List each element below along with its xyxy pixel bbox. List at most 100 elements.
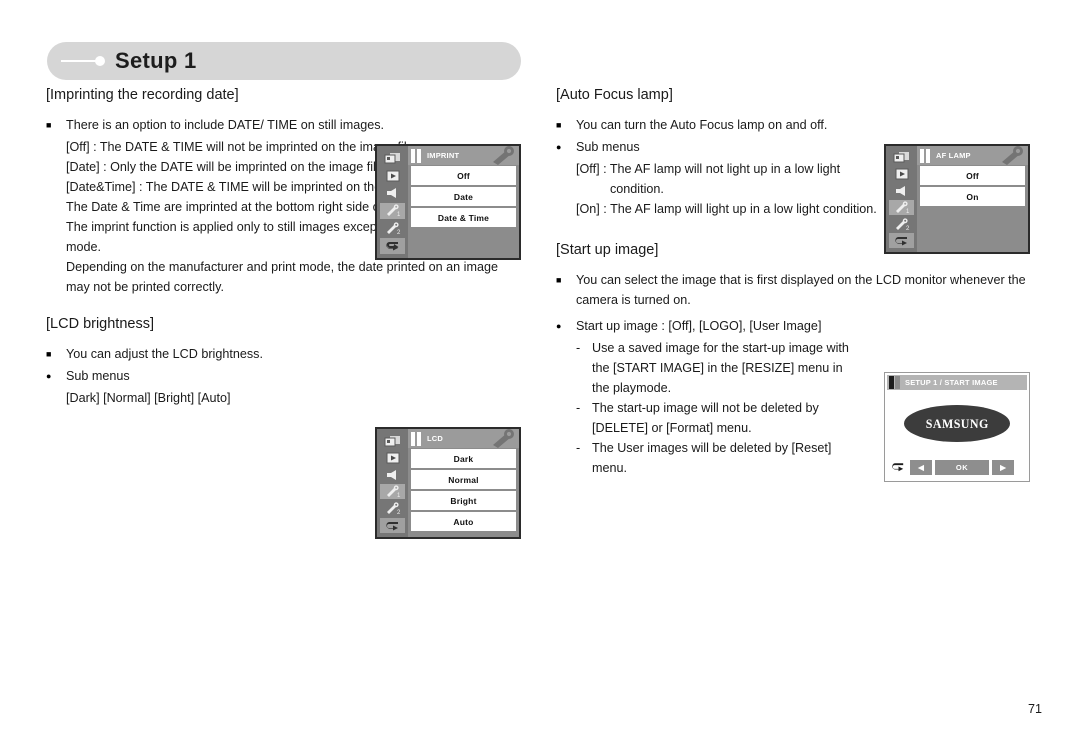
bullet-text: You can turn the Auto Focus lamp on and … (576, 118, 828, 132)
lcd-menu-item[interactable]: On (920, 187, 1025, 206)
lcd-titlebar: IMPRINT (408, 146, 519, 165)
setup-1-wrench-icon[interactable]: 1 (380, 484, 405, 499)
wrench-watermark-icon (493, 429, 514, 448)
lcd-mockup-imprint: 1 2 IMPRINT Off Date Date & Time (375, 144, 521, 260)
setup-1-wrench-icon[interactable]: 1 (380, 203, 405, 219)
dash-bullet-icon: - (576, 441, 581, 455)
return-back-icon[interactable] (380, 518, 405, 533)
lcd-menu-items: Off On (917, 165, 1028, 208)
header-accent-dash-icon (61, 55, 109, 67)
start-image-title: SETUP 1 / START IMAGE (905, 378, 998, 387)
page-header-banner: Setup 1 (47, 42, 521, 80)
bullet-text: There is an option to include DATE/ TIME… (66, 118, 385, 132)
setup-2-wrench-icon[interactable]: 2 (889, 217, 914, 232)
lcd-titlebar: LCD (408, 429, 519, 448)
lcd-menu-item[interactable]: Dark (411, 449, 516, 468)
svg-text:1: 1 (397, 493, 401, 498)
dash-item-text: Use a saved image for the start-up image… (592, 341, 849, 395)
lcd-sidebar: 1 2 (377, 429, 408, 537)
section-heading: [Imprinting the recording date] (46, 87, 239, 103)
svg-text:2: 2 (397, 230, 401, 235)
camera-record-icon[interactable] (380, 150, 405, 166)
lcd-menu-items: Off Date Date & Time (408, 165, 519, 229)
svg-text:1: 1 (906, 209, 910, 214)
bullet-text: You can select the image that is first d… (576, 273, 1026, 307)
lcd-menu-item[interactable]: Date & Time (411, 208, 516, 227)
bullet-item: There is an option to include DATE/ TIME… (46, 115, 521, 135)
lcd-submenu-values: [Dark] [Normal] [Bright] [Auto] (66, 388, 521, 408)
lcd-menu-item[interactable]: Off (411, 166, 516, 185)
disc-bullet-icon (46, 366, 66, 382)
sound-speaker-icon[interactable] (889, 183, 914, 198)
playback-icon[interactable] (380, 450, 405, 465)
return-back-icon[interactable] (380, 238, 405, 255)
lcd-mockup-af-lamp: 1 2 AF LAMP Off On (884, 144, 1030, 254)
lcd-body: AF LAMP Off On (917, 146, 1028, 252)
camera-record-icon[interactable] (889, 150, 914, 165)
wrench-watermark-icon (493, 146, 514, 165)
lcd-body: LCD Dark Normal Bright Auto (408, 429, 519, 537)
page-title: Setup 1 (115, 48, 197, 73)
section-lcd-brightness: [LCD brightness] You can adjust the LCD … (46, 315, 521, 408)
lcd-sidebar: 1 2 (377, 146, 408, 258)
playback-icon[interactable] (380, 168, 405, 184)
wrench-watermark-icon (1002, 146, 1023, 165)
bullet-item: You can turn the Auto Focus lamp on and … (556, 115, 1046, 135)
lcd-menu-item[interactable]: Off (920, 166, 1025, 185)
previous-arrow-button[interactable]: ◀ (910, 459, 932, 475)
samsung-logo: SAMSUNG (904, 405, 1010, 442)
square-bullet-icon (556, 270, 576, 286)
lcd-titlebar: AF LAMP (917, 146, 1028, 165)
bullet-item: You can adjust the LCD brightness. (46, 344, 521, 364)
start-image-titlebar: SETUP 1 / START IMAGE (887, 375, 1027, 390)
lcd-menu-item[interactable]: Bright (411, 491, 516, 510)
lcd-menu-title: AF LAMP (936, 151, 971, 160)
return-back-icon[interactable] (889, 233, 914, 249)
square-bullet-icon (556, 115, 576, 131)
af-lamp-description-lines: [Off] : The AF lamp will not light up in… (576, 159, 888, 219)
lcd-menu-item[interactable]: Auto (411, 512, 516, 531)
page-number: 71 (1027, 702, 1042, 716)
square-bullet-icon (46, 115, 66, 131)
ok-button[interactable]: OK (935, 459, 989, 475)
setup-2-wrench-icon[interactable]: 2 (380, 221, 405, 237)
description-line: Depending on the manufacturer and print … (66, 260, 498, 294)
return-back-icon[interactable] (890, 460, 907, 475)
menu-tab-bars-icon (411, 431, 421, 446)
dash-item-text: The start-up image will not be deleted b… (592, 401, 819, 435)
bullet-item: Sub menus (46, 366, 521, 386)
camera-record-icon[interactable] (380, 433, 405, 448)
samsung-logo-text: SAMSUNG (925, 415, 989, 431)
menu-tab-bars-icon (920, 148, 930, 163)
svg-text:2: 2 (906, 226, 910, 231)
menu-tab-bars-icon (411, 148, 421, 163)
lcd-menu-title: LCD (427, 434, 444, 443)
bullet-text: Sub menus (576, 140, 640, 154)
playback-icon[interactable] (889, 167, 914, 182)
section-heading: [Auto Focus lamp] (556, 87, 673, 103)
lcd-mockup-lcd-brightness: 1 2 LCD Dark Normal Bright Auto (375, 427, 521, 539)
setup-2-wrench-icon[interactable]: 2 (380, 501, 405, 516)
sound-speaker-icon[interactable] (380, 467, 405, 482)
bullet-text: Sub menus (66, 369, 130, 383)
bullet-item: You can select the image that is first d… (556, 270, 1046, 310)
disc-bullet-icon (556, 137, 576, 153)
bullet-text: You can adjust the LCD brightness. (66, 347, 263, 361)
next-arrow-button[interactable]: ▶ (992, 459, 1014, 475)
section-heading: [LCD brightness] (46, 316, 154, 332)
setup-1-wrench-icon[interactable]: 1 (889, 200, 914, 215)
dash-bullet-icon: - (576, 341, 581, 355)
bullet-item: Start up image : [Off], [LOGO], [User Im… (556, 316, 1046, 336)
lcd-sidebar: 1 2 (886, 146, 917, 252)
lcd-mockup-start-image: SETUP 1 / START IMAGE SAMSUNG ◀ OK ▶ (884, 372, 1030, 482)
start-image-canvas: SAMSUNG (885, 390, 1029, 457)
start-image-button-bar: ◀ OK ▶ (885, 457, 1029, 481)
dash-item-text: The User images will be deleted by [Rese… (592, 441, 832, 475)
lcd-menu-title: IMPRINT (427, 151, 460, 160)
dash-bullet-icon: - (576, 401, 581, 415)
lcd-menu-item[interactable]: Normal (411, 470, 516, 489)
description-line: [On] : The AF lamp will light up in a lo… (576, 202, 877, 216)
sound-speaker-icon[interactable] (380, 185, 405, 201)
lcd-menu-item[interactable]: Date (411, 187, 516, 206)
menu-tab-bars-icon (889, 376, 900, 389)
